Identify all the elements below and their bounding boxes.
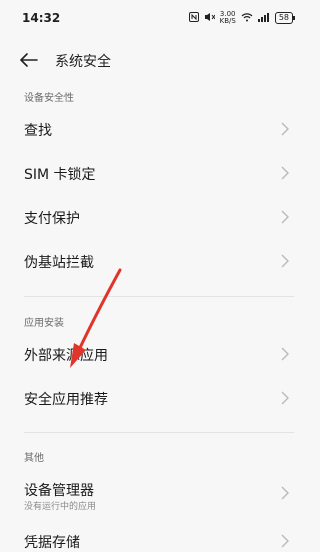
chevron-right-icon: [281, 166, 289, 180]
list-item-label: 查找: [24, 123, 52, 139]
page-title: 系统安全: [55, 54, 111, 70]
chevron-right-icon: [281, 122, 289, 136]
list-item-payment-protection[interactable]: 支付保护: [0, 196, 313, 240]
list-item-subtitle: 没有运行中的应用: [24, 502, 97, 512]
chevron-right-icon: [281, 210, 289, 224]
list-item-credential-storage[interactable]: 凭据存储: [0, 520, 313, 551]
list-item-label: 外部来源应用: [24, 348, 108, 364]
list-item-label: 设备管理器: [24, 483, 94, 499]
chevron-right-icon: [281, 391, 289, 405]
mute-icon: [204, 12, 216, 25]
list-item-label: 伪基站拦截: [24, 255, 94, 271]
list-item-device-admin[interactable]: 设备管理器 没有运行中的应用: [0, 468, 313, 516]
section-label-device-security: 设备安全性: [24, 93, 74, 104]
battery-indicator: 58: [274, 12, 296, 24]
list-item-sim-lock[interactable]: SIM 卡锁定: [0, 152, 313, 196]
back-arrow-icon[interactable]: [20, 50, 42, 70]
section-label-app-install: 应用安装: [24, 318, 64, 329]
list-item-label: 支付保护: [24, 211, 80, 227]
net-speed-unit: KB/S: [219, 17, 236, 25]
status-icons: 3.00 KB/S 58: [188, 11, 296, 25]
signal-icon: [257, 12, 270, 25]
title-bar: 系统安全: [0, 44, 313, 76]
chevron-right-icon: [281, 534, 289, 548]
section-divider: [24, 296, 294, 297]
list-item-fake-base-station[interactable]: 伪基站拦截: [0, 240, 313, 284]
status-time: 14:32: [22, 11, 61, 25]
list-item-label: 安全应用推荐: [24, 392, 108, 408]
list-item-external-sources[interactable]: 外部来源应用: [0, 333, 313, 377]
list-item-security-app-recommendation[interactable]: 安全应用推荐: [0, 377, 313, 421]
chevron-right-icon: [281, 254, 289, 268]
list-item-label: 凭据存储: [24, 535, 80, 551]
net-speed: 3.00 KB/S: [220, 11, 236, 25]
chevron-right-icon: [281, 486, 289, 500]
section-divider: [24, 432, 294, 433]
nfc-icon: [188, 11, 199, 25]
status-bar: 14:32 3.00 KB/S 58: [0, 0, 313, 36]
wifi-icon: [241, 12, 253, 25]
list-item-find[interactable]: 查找: [0, 108, 313, 152]
section-label-other: 其他: [24, 453, 44, 464]
list-item-label: SIM 卡锁定: [24, 167, 96, 183]
chevron-right-icon: [281, 347, 289, 361]
